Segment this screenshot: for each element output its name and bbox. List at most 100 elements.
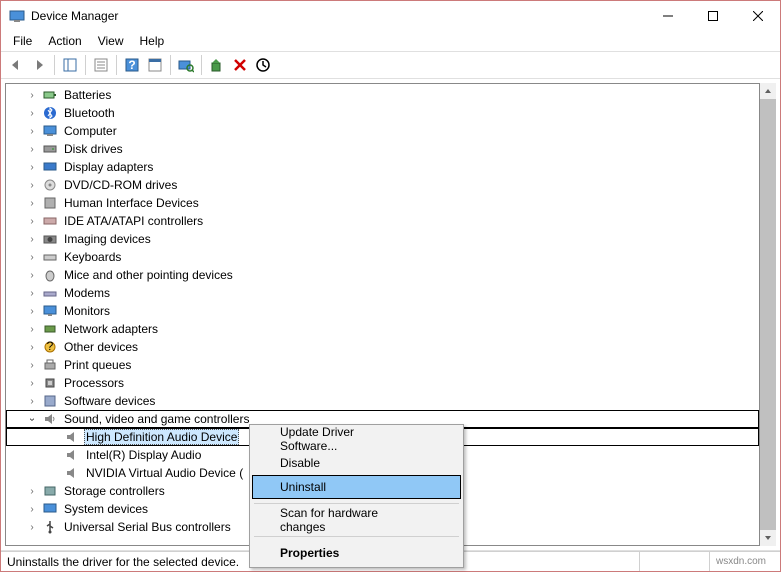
node-monitors[interactable]: ›Monitors <box>6 302 759 320</box>
node-modems[interactable]: ›Modems <box>6 284 759 302</box>
node-imaging[interactable]: ›Imaging devices <box>6 230 759 248</box>
node-otherdev[interactable]: ›?Other devices <box>6 338 759 356</box>
svg-text:?: ? <box>47 340 54 353</box>
cpu-icon <box>42 375 58 391</box>
node-mice[interactable]: ›Mice and other pointing devices <box>6 266 759 284</box>
expand-icon[interactable]: › <box>24 522 40 533</box>
update-driver-icon[interactable] <box>206 54 228 76</box>
expand-icon[interactable]: › <box>24 198 40 209</box>
dvd-icon <box>42 177 58 193</box>
node-displayadapters[interactable]: ›Display adapters <box>6 158 759 176</box>
sound-icon <box>64 465 80 481</box>
tree-area: ›Batteries ›Bluetooth ›Computer ›Disk dr… <box>1 79 780 551</box>
keyboard-icon <box>42 249 58 265</box>
node-netadapters[interactable]: ›Network adapters <box>6 320 759 338</box>
toolbar-separator <box>116 55 117 75</box>
sound-icon <box>64 429 80 445</box>
node-computer[interactable]: ›Computer <box>6 122 759 140</box>
context-menu: Update Driver Software... Disable Uninst… <box>249 424 464 568</box>
ctx-uninstall[interactable]: Uninstall <box>252 475 461 499</box>
scroll-up-button[interactable] <box>760 83 776 99</box>
ctx-disable[interactable]: Disable <box>252 451 461 475</box>
node-processors[interactable]: ›Processors <box>6 374 759 392</box>
expand-icon[interactable]: › <box>24 252 40 263</box>
status-spacer <box>640 552 710 571</box>
menubar: File Action View Help <box>1 31 780 51</box>
disk-icon <box>42 141 58 157</box>
properties-icon[interactable] <box>90 54 112 76</box>
expand-icon[interactable]: › <box>24 270 40 281</box>
collapse-icon[interactable]: › <box>27 411 38 427</box>
ctx-properties[interactable]: Properties <box>252 541 461 565</box>
node-batteries[interactable]: ›Batteries <box>6 86 759 104</box>
menu-view[interactable]: View <box>90 32 132 50</box>
network-icon <box>42 321 58 337</box>
ctx-update--driver[interactable]: Update Driver Software... <box>252 427 461 451</box>
show-hide-console-tree-icon[interactable] <box>59 54 81 76</box>
monitor-icon <box>42 303 58 319</box>
vertical-scrollbar[interactable] <box>760 83 776 546</box>
ide-icon <box>42 213 58 229</box>
node-bluetooth[interactable]: ›Bluetooth <box>6 104 759 122</box>
help-icon[interactable]: ? <box>121 54 143 76</box>
window-title: Device Manager <box>31 9 645 23</box>
expand-icon[interactable]: › <box>24 396 40 407</box>
expand-icon[interactable]: › <box>24 180 40 191</box>
node-keyboards[interactable]: ›Keyboards <box>6 248 759 266</box>
system-icon <box>42 501 58 517</box>
back-button[interactable] <box>5 54 27 76</box>
close-button[interactable] <box>735 1 780 30</box>
node-dvdcd[interactable]: ›DVD/CD-ROM drives <box>6 176 759 194</box>
window-controls <box>645 1 780 31</box>
printer-icon <box>42 357 58 373</box>
expand-icon[interactable]: › <box>24 234 40 245</box>
expand-icon[interactable]: › <box>24 90 40 101</box>
scroll-thumb[interactable] <box>760 99 776 530</box>
ctx-separator <box>254 503 459 504</box>
uninstall-icon[interactable] <box>229 54 251 76</box>
node-ide[interactable]: ›IDE ATA/ATAPI controllers <box>6 212 759 230</box>
svg-text:?: ? <box>128 58 135 72</box>
menu-file[interactable]: File <box>5 32 40 50</box>
expand-icon[interactable]: › <box>24 162 40 173</box>
expand-icon[interactable]: › <box>24 288 40 299</box>
other-icon: ? <box>42 339 58 355</box>
node-hid[interactable]: ›Human Interface Devices <box>6 194 759 212</box>
menu-action[interactable]: Action <box>40 32 89 50</box>
expand-icon[interactable]: › <box>24 108 40 119</box>
titlebar: Device Manager <box>1 1 780 31</box>
scroll-track[interactable] <box>760 99 776 530</box>
expand-icon[interactable]: › <box>24 504 40 515</box>
scan-hardware-icon[interactable] <box>175 54 197 76</box>
sound-icon <box>42 411 58 427</box>
ctx-scan-hardware[interactable]: Scan for hardware changes <box>252 508 461 532</box>
menu-help[interactable]: Help <box>132 32 173 50</box>
computer-icon <box>42 123 58 139</box>
minimize-button[interactable] <box>645 1 690 30</box>
modem-icon <box>42 285 58 301</box>
toolbar: ? <box>1 51 780 79</box>
expand-icon[interactable]: › <box>24 306 40 317</box>
expand-icon[interactable]: › <box>24 360 40 371</box>
expand-icon[interactable]: › <box>24 378 40 389</box>
scroll-down-button[interactable] <box>760 530 776 546</box>
camera-icon <box>42 231 58 247</box>
node-printqueues[interactable]: ›Print queues <box>6 356 759 374</box>
expand-icon[interactable]: › <box>24 324 40 335</box>
storage-icon <box>42 483 58 499</box>
expand-icon[interactable]: › <box>24 486 40 497</box>
disable-icon[interactable] <box>252 54 274 76</box>
watermark: wsxdn.com <box>710 552 780 571</box>
expand-icon[interactable]: › <box>24 342 40 353</box>
device-manager-window: Device Manager File Action View Help ? <box>0 0 781 572</box>
bluetooth-icon <box>42 105 58 121</box>
node-softdev[interactable]: ›Software devices <box>6 392 759 410</box>
expand-icon[interactable]: › <box>24 144 40 155</box>
maximize-button[interactable] <box>690 1 735 30</box>
node-diskdrives[interactable]: ›Disk drives <box>6 140 759 158</box>
forward-button[interactable] <box>28 54 50 76</box>
action-sheet-icon[interactable] <box>144 54 166 76</box>
toolbar-separator <box>201 55 202 75</box>
expand-icon[interactable]: › <box>24 126 40 137</box>
expand-icon[interactable]: › <box>24 216 40 227</box>
